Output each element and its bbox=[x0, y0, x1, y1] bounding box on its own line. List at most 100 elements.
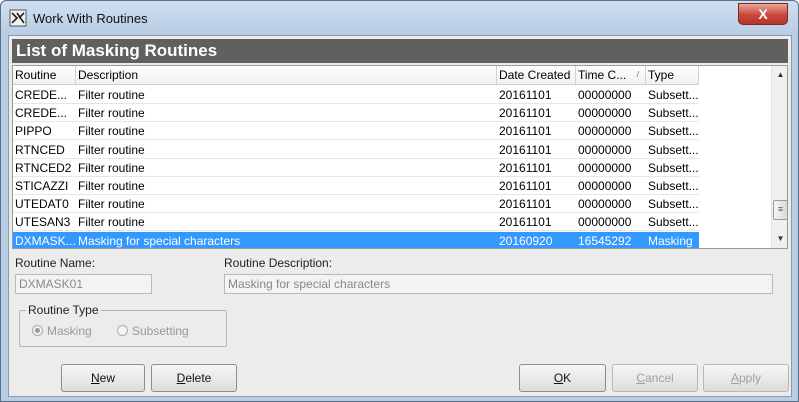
radio-subsetting: Subsetting bbox=[117, 324, 189, 338]
cell-date: 20160920 bbox=[499, 233, 553, 248]
cell-type: Subsett... bbox=[648, 215, 699, 230]
cell-type: Subsett... bbox=[648, 197, 699, 212]
cell-routine: UTEDAT0 bbox=[15, 197, 69, 212]
table-row[interactable]: RTNCED Filter routine 20161101 00000000 Subs… bbox=[13, 141, 699, 159]
cell-routine: STICAZZI bbox=[15, 179, 69, 193]
cell-description: Filter routine bbox=[78, 88, 145, 102]
cell-time: 00000000 bbox=[578, 179, 632, 193]
radio-masking: Masking bbox=[32, 324, 92, 338]
ok-button-label: K bbox=[563, 371, 572, 385]
table-row[interactable]: PIPPO Filter routine 20161101 00000000 Subse… bbox=[13, 122, 699, 141]
table-row[interactable]: CREDE... Filter routine 20161101 00000000 Su… bbox=[13, 86, 699, 104]
radio-subsetting-label: Subsetting bbox=[132, 324, 189, 338]
cell-date: 20161101 bbox=[499, 88, 552, 102]
dialog-window: Work With Routines X List of Masking Rou… bbox=[0, 0, 799, 402]
cell-description: Masking for special characters bbox=[78, 233, 241, 248]
radio-masking-label: Masking bbox=[47, 324, 92, 338]
table-row[interactable]: UTESAN3 Filter routine 20161101 00000000 Sub… bbox=[13, 213, 699, 232]
cell-time: 00000000 bbox=[578, 88, 632, 102]
cell-description: Filter routine bbox=[78, 215, 145, 230]
routine-name-label: Routine Name: bbox=[15, 256, 96, 270]
apply-button-mnemonic: A bbox=[730, 371, 739, 385]
new-button-label: ew bbox=[99, 371, 115, 385]
cell-type: Subsett... bbox=[648, 142, 699, 157]
apply-button-label: pply bbox=[739, 371, 762, 385]
grid-header: Routine Description Date Created Time C.… bbox=[13, 66, 699, 85]
routine-type-label: Routine Type bbox=[26, 303, 101, 317]
new-button[interactable]: New bbox=[61, 364, 145, 392]
cell-time: 00000000 bbox=[578, 197, 632, 212]
cell-date: 20161101 bbox=[499, 197, 552, 212]
title-bar[interactable]: Work With Routines X bbox=[1, 1, 798, 35]
routine-description-label: Routine Description: bbox=[224, 256, 333, 270]
radio-subsetting-icon bbox=[117, 325, 128, 336]
routine-name-field: DXMASK01 bbox=[15, 274, 152, 294]
cell-type: Subsett... bbox=[648, 124, 699, 139]
table-row[interactable]: DXMASK... Masking for special characters 2… bbox=[13, 231, 699, 248]
cell-routine: CREDE... bbox=[15, 88, 68, 102]
table-row[interactable]: CREDE... Filter routine 20161101 00000000 Su… bbox=[13, 104, 699, 123]
panel-title: List of Masking Routines bbox=[12, 39, 788, 63]
cell-date: 20161101 bbox=[499, 215, 552, 230]
cell-time: 00000000 bbox=[578, 124, 632, 139]
scroll-down-icon[interactable]: ▼ bbox=[772, 230, 787, 247]
cell-description: Filter routine bbox=[78, 124, 145, 139]
cancel-button-mnemonic: C bbox=[636, 371, 645, 385]
table-row[interactable]: UTEDAT0 Filter routine 20161101 00000000 Sub… bbox=[13, 195, 699, 214]
cell-type: Subsett... bbox=[648, 179, 699, 193]
cell-description: Filter routine bbox=[78, 160, 145, 175]
cell-type: Subsett... bbox=[648, 106, 699, 121]
cell-description: Filter routine bbox=[78, 179, 145, 193]
cell-description: Filter routine bbox=[78, 106, 145, 121]
routines-grid[interactable]: Routine Description Date Created Time C.… bbox=[12, 65, 788, 249]
cell-date: 20161101 bbox=[499, 160, 552, 175]
cell-routine: CREDE... bbox=[15, 106, 68, 121]
cell-date: 20161101 bbox=[499, 124, 552, 139]
table-row[interactable]: RTNCED2 Filter routine 20161101 00000000 Sub… bbox=[13, 159, 699, 177]
delete-button-mnemonic: D bbox=[176, 371, 186, 385]
column-header-date-created[interactable]: Date Created bbox=[497, 66, 576, 85]
cell-time: 00000000 bbox=[578, 215, 632, 230]
cell-time: 00000000 bbox=[578, 142, 632, 157]
close-button[interactable]: X bbox=[738, 3, 788, 25]
sort-indicator-icon: / bbox=[636, 70, 639, 79]
delete-button-label: elete bbox=[185, 371, 212, 385]
dialog-client-area: List of Masking Routines Routine Descrip… bbox=[8, 35, 792, 397]
app-icon bbox=[9, 9, 27, 27]
radio-masking-icon bbox=[32, 325, 43, 336]
ok-button[interactable]: OK bbox=[519, 364, 606, 392]
scroll-up-icon[interactable]: ▲ bbox=[772, 66, 787, 83]
column-header-time-created[interactable]: Time C... / bbox=[576, 66, 646, 85]
vertical-scrollbar[interactable]: ▲ ≡ ▼ bbox=[771, 66, 787, 248]
window-title: Work With Routines bbox=[33, 11, 148, 26]
cancel-button-label: ancel bbox=[644, 371, 674, 385]
cell-description: Filter routine bbox=[78, 142, 145, 157]
cell-time: 16545292 bbox=[578, 233, 632, 248]
column-header-time-label: Time C... bbox=[578, 68, 627, 82]
delete-button[interactable]: Delete bbox=[151, 364, 237, 392]
cell-date: 20161101 bbox=[499, 106, 552, 121]
ok-button-mnemonic: O bbox=[553, 371, 564, 385]
routine-type-group: Routine Type Masking Subsetting bbox=[19, 303, 227, 347]
cell-type: Subsett... bbox=[648, 88, 699, 102]
cancel-button[interactable]: Cancel bbox=[612, 364, 698, 392]
new-button-mnemonic: N bbox=[90, 371, 100, 385]
table-row[interactable]: STICAZZI Filter routine 20161101 00000000 Su… bbox=[13, 177, 699, 195]
cell-routine: PIPPO bbox=[15, 124, 52, 139]
column-header-type[interactable]: Type bbox=[646, 66, 699, 85]
cell-time: 00000000 bbox=[578, 160, 632, 175]
cell-date: 20161101 bbox=[499, 142, 552, 157]
cell-type: Masking bbox=[648, 233, 693, 248]
apply-button[interactable]: Apply bbox=[703, 364, 789, 392]
scroll-thumb[interactable]: ≡ bbox=[773, 200, 787, 220]
cell-type: Subsett... bbox=[648, 160, 699, 175]
cell-time: 00000000 bbox=[578, 106, 632, 121]
cell-routine: RTNCED2 bbox=[15, 160, 72, 175]
routine-description-field: Masking for special characters bbox=[224, 274, 773, 294]
cell-description: Filter routine bbox=[78, 197, 145, 212]
column-header-routine[interactable]: Routine bbox=[13, 66, 76, 85]
column-header-description[interactable]: Description bbox=[76, 66, 497, 85]
cell-routine: RTNCED bbox=[15, 142, 65, 157]
cell-date: 20161101 bbox=[499, 179, 552, 193]
cell-routine: UTESAN3 bbox=[15, 215, 71, 230]
